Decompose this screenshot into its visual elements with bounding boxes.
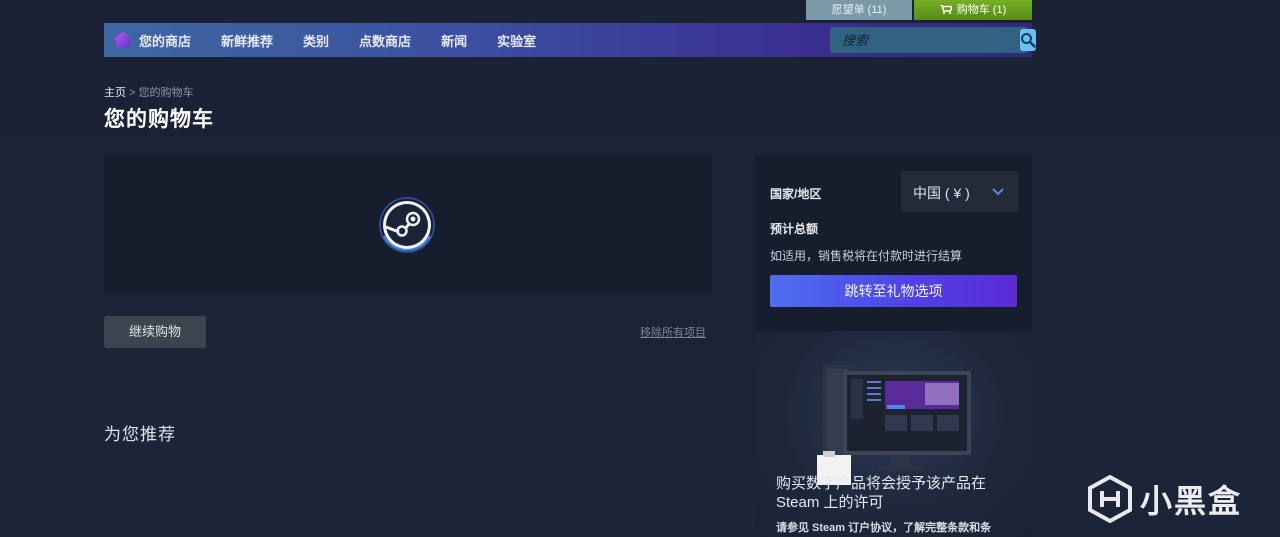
store-nav-bar: 您的商店 新鲜推荐 类别 点数商店 新闻 实验室 bbox=[104, 23, 1036, 57]
search-input[interactable] bbox=[830, 27, 1020, 53]
nav-new-noteworthy[interactable]: 新鲜推荐 bbox=[221, 31, 273, 50]
nav-your-store[interactable]: 您的商店 bbox=[139, 31, 191, 50]
estimated-total-label: 预计总额 bbox=[770, 222, 819, 236]
search-icon bbox=[1021, 33, 1036, 48]
cart-icon bbox=[939, 5, 952, 14]
license-title: 购买数字产品将会授予该产品在 Steam 上的许可 bbox=[776, 475, 987, 511]
license-info-panel: 购买数字产品将会授予该产品在 Steam 上的许可 请参见 Steam 订户协议… bbox=[755, 331, 1032, 537]
breadcrumb-home[interactable]: 主页 bbox=[104, 87, 126, 99]
breadcrumb-current: 您的购物车 bbox=[138, 87, 194, 99]
page-title: 您的购物车 bbox=[104, 108, 214, 131]
chevron-down-icon bbox=[992, 188, 1004, 196]
recommendations-heading: 为您推荐 bbox=[104, 425, 176, 444]
continue-shopping-button[interactable]: 继续购物 bbox=[104, 316, 206, 348]
country-select[interactable]: 中国 ( ¥ ) bbox=[901, 171, 1018, 212]
watermark: 小黑盒 bbox=[1088, 474, 1242, 524]
nav-news[interactable]: 新闻 bbox=[441, 31, 467, 50]
remove-all-link[interactable]: 移除所有项目 bbox=[640, 324, 706, 340]
store-gem-icon bbox=[115, 32, 131, 48]
license-subtitle: 请参见 Steam 订户协议，了解完整条款和条 bbox=[776, 522, 992, 534]
tax-note: 如适用，销售税将在付款时进行结算 bbox=[770, 249, 963, 263]
order-summary-panel: 国家/地区 中国 ( ¥ ) 预计总额 如适用，销售税将在付款时进行结算 跳转至… bbox=[755, 156, 1032, 331]
country-select-value: 中国 ( ¥ ) bbox=[913, 185, 970, 201]
nav-categories[interactable]: 类别 bbox=[303, 31, 329, 50]
top-account-links: 愿望单 (11) 购物车 (1) bbox=[806, 0, 1032, 20]
search-box bbox=[830, 27, 1036, 53]
wishlist-button[interactable]: 愿望单 (11) bbox=[806, 0, 912, 20]
gift-options-button[interactable]: 跳转至礼物选项 bbox=[770, 275, 1017, 307]
computer-illustration bbox=[817, 365, 971, 485]
cart-button-label: 购物车 (1) bbox=[956, 4, 1007, 16]
watermark-text: 小黑盒 bbox=[1140, 483, 1243, 519]
search-button[interactable] bbox=[1020, 29, 1036, 51]
nav-points-shop[interactable]: 点数商店 bbox=[359, 31, 411, 50]
cart-button[interactable]: 购物车 (1) bbox=[914, 0, 1032, 20]
steam-loading-icon bbox=[379, 197, 435, 253]
nav-labs[interactable]: 实验室 bbox=[497, 31, 536, 50]
breadcrumb-separator: > bbox=[129, 87, 136, 99]
country-label: 国家/地区 bbox=[770, 187, 822, 201]
cart-items-panel bbox=[104, 156, 712, 294]
breadcrumb: 主页 > 您的购物车 bbox=[104, 84, 194, 100]
heybox-logo-icon bbox=[1088, 475, 1132, 523]
